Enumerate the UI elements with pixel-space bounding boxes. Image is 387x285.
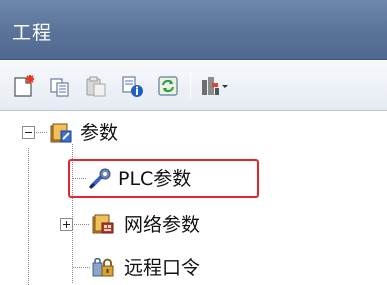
tree-node-parameters[interactable]: 参数 <box>80 121 118 145</box>
tree-connector <box>73 267 91 268</box>
tree-node-network-parameters[interactable]: 网络参数 <box>124 213 200 237</box>
refresh-icon[interactable] <box>156 74 180 98</box>
new-project-icon[interactable] <box>12 74 36 98</box>
tree-connector <box>74 224 90 225</box>
paste-icon[interactable] <box>84 74 108 98</box>
panel-title: 工程 <box>12 22 53 44</box>
parameter-folder-icon <box>48 120 74 146</box>
toolbar-separator <box>190 73 191 99</box>
tree-connector <box>36 132 48 133</box>
remote-password-icon <box>90 254 116 280</box>
tree-connector <box>28 148 29 285</box>
project-toolbar <box>0 61 387 111</box>
properties-icon[interactable] <box>120 74 144 98</box>
tree-node-remote-password[interactable]: 远程口令 <box>124 256 200 280</box>
panel-title-bar: 工程 <box>0 0 387 60</box>
tree-collapse-toggle[interactable] <box>22 126 35 139</box>
tool-settings-icon[interactable] <box>200 74 230 98</box>
tree-node-plc-parameters[interactable]: PLC参数 <box>118 167 191 191</box>
project-tree: 参数 PLC参数 网络参数 远程口令 <box>0 112 387 285</box>
copy-icon[interactable] <box>48 74 72 98</box>
tree-expand-toggle[interactable] <box>60 218 73 231</box>
network-parameter-icon <box>90 211 116 237</box>
plc-parameter-icon <box>88 166 114 192</box>
